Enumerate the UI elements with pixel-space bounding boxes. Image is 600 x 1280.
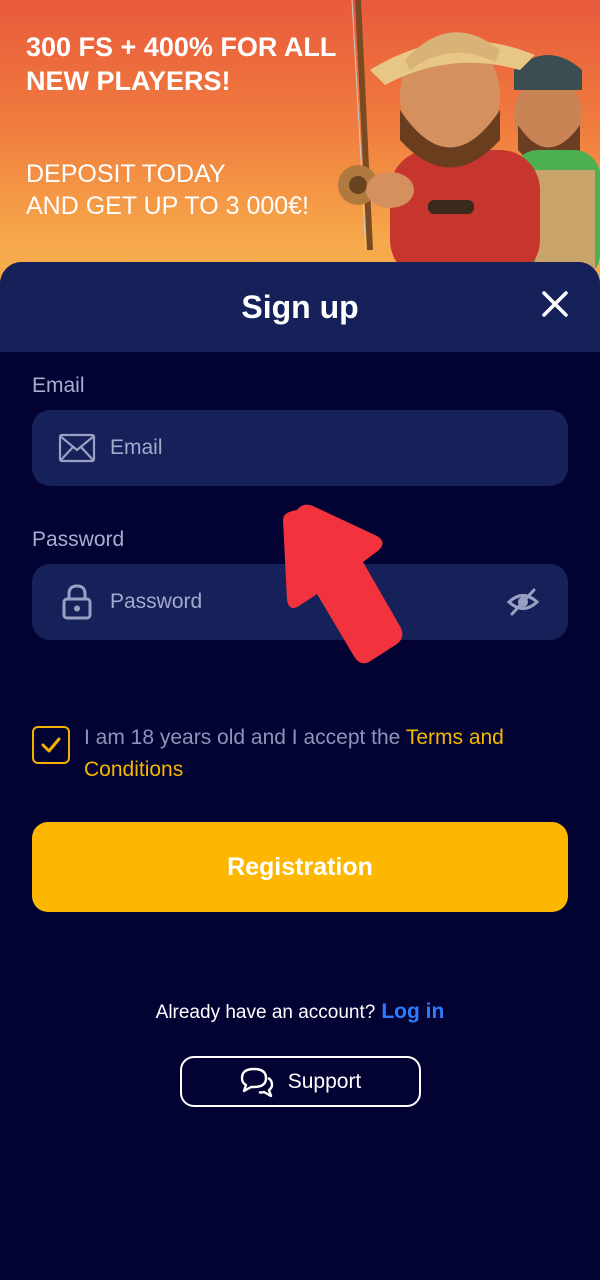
promo-title: 300 FS + 400% FOR ALL NEW PLAYERS! [26,32,336,96]
lock-icon [58,583,96,621]
consent-label: I am 18 years old and I accept the [84,726,406,749]
terms-consent: I am 18 years old and I accept the Terms… [32,722,568,786]
support-label: Support [287,1069,362,1093]
login-prompt: Already have an account? Log in [0,1000,600,1024]
email-field-wrapper [32,410,568,486]
page-title: Sign up [241,288,359,325]
promo-banner: 300 FS + 400% FOR ALL NEW PLAYERS! DEPOS… [0,0,600,300]
password-label: Password [32,528,125,551]
chat-bubbles-icon [240,1067,273,1097]
email-input[interactable] [110,410,568,486]
consent-text: I am 18 years old and I accept the Terms… [84,722,568,786]
fishermen-illustration [338,0,600,280]
terms-checkbox[interactable] [32,726,70,764]
signup-header: Sign up [0,262,600,352]
promo-subtitle-line1: DEPOSIT TODAY [26,160,226,188]
account-prompt-text: Already have an account? [155,1002,376,1023]
promo-subtitle: DEPOSIT TODAY AND GET UP TO 3 000€! [26,158,346,222]
password-input[interactable] [110,564,506,640]
registration-button[interactable]: Registration [32,822,568,912]
password-field-wrapper [32,564,568,640]
email-label: Email [32,374,85,397]
signup-sheet: Sign up Email Password [0,262,600,1280]
promo-subtitle-line2: AND GET UP TO 3 000€! [26,192,310,220]
checkmark-icon [41,737,61,753]
login-link[interactable]: Log in [381,1000,444,1023]
mail-icon [58,429,96,467]
support-button[interactable]: Support [180,1056,421,1107]
close-icon[interactable] [540,289,570,319]
eye-off-icon[interactable] [506,585,540,619]
